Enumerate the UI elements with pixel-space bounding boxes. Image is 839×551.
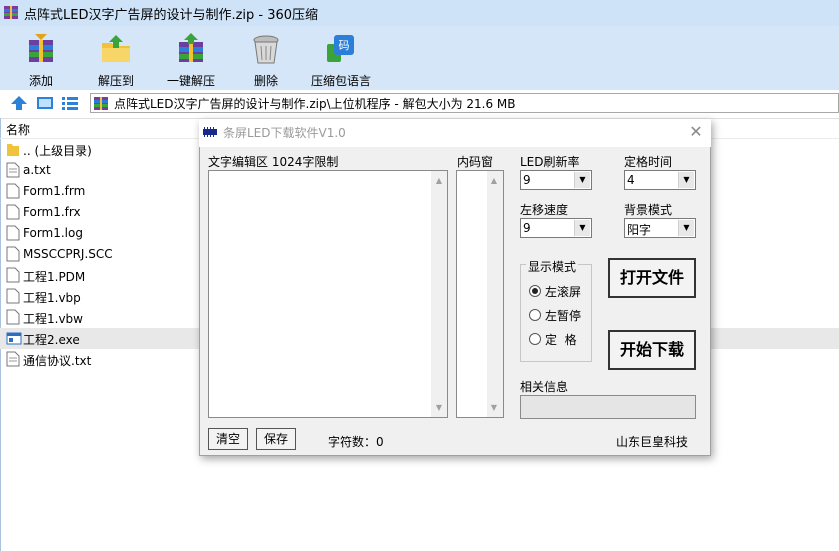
dialog-title: 条屏LED下载软件V1.0 — [223, 126, 346, 140]
file-name: a.txt — [23, 163, 51, 177]
extract-to-label: 解压到 — [97, 74, 134, 88]
scroll-speed-label: 左移速度 — [520, 203, 569, 217]
scroll-up-icon[interactable]: ▲ — [434, 176, 444, 185]
file-name: Form1.frx — [23, 205, 81, 219]
file-icon — [6, 225, 20, 241]
chevron-down-icon[interactable]: ▼ — [678, 172, 694, 188]
address-path: 点阵式LED汉字广告屏的设计与制作.zip\上位机程序 - 解包大小为 21.6… — [114, 97, 516, 111]
add-button[interactable]: 添加 — [1, 29, 81, 88]
code-window-label: 内码窗 — [457, 155, 494, 169]
company-name: 山东巨皇科技 — [616, 435, 689, 449]
display-mode-title: 显示模式 — [526, 258, 579, 275]
add-button-label: 添加 — [28, 74, 53, 88]
one-click-extract-label: 一键解压 — [166, 74, 215, 88]
archive-app-icon — [4, 6, 18, 19]
thumbnail-view-icon[interactable] — [36, 95, 54, 111]
delete-label: 删除 — [253, 74, 278, 88]
add-archive-icon — [29, 34, 53, 62]
svg-text:码: 码 — [339, 39, 350, 52]
file-icon — [6, 267, 20, 283]
file-name: Form1.log — [23, 226, 83, 240]
window-title: 点阵式LED汉字广告屏的设计与制作.zip - 360压缩 — [24, 8, 319, 23]
folder-icon — [7, 144, 19, 156]
text-edit-area[interactable] — [208, 170, 448, 418]
file-icon — [6, 351, 20, 367]
file-name: 工程1.PDM — [23, 270, 86, 284]
file-name: 工程1.vbp — [23, 291, 81, 305]
file-icon — [6, 183, 20, 199]
scroll-down-icon[interactable]: ▼ — [434, 403, 444, 412]
info-field — [520, 395, 696, 419]
code-window[interactable] — [456, 170, 504, 418]
name-column-header[interactable]: 名称 — [6, 121, 30, 138]
delete-icon — [253, 35, 279, 64]
extract-to-button[interactable]: 解压到 — [76, 29, 156, 88]
led-refresh-value: 9 — [523, 173, 531, 187]
code-window-scrollbar[interactable] — [487, 171, 503, 417]
file-name: 工程1.vbw — [23, 312, 83, 326]
file-name: 通信协议.txt — [23, 354, 92, 368]
chevron-down-icon[interactable]: ▼ — [574, 220, 590, 236]
char-count: 字符数：0 — [328, 435, 384, 449]
archive-language-button[interactable]: 码 压缩包语言 — [301, 29, 381, 88]
radio-freeze-label[interactable]: 定 格 — [545, 331, 577, 348]
chevron-down-icon[interactable]: ▼ — [574, 172, 590, 188]
file-name: .. (上级目录) — [23, 144, 92, 158]
file-icon — [6, 288, 20, 304]
list-view-icon[interactable] — [61, 95, 79, 111]
text-edit-scrollbar[interactable] — [431, 171, 447, 417]
radio-freeze[interactable] — [529, 333, 541, 345]
hold-time-label: 定格时间 — [624, 155, 673, 169]
file-icon — [6, 246, 20, 262]
file-icon — [6, 309, 20, 325]
one-click-extract-icon — [179, 33, 203, 62]
file-name: 工程2.exe — [23, 333, 80, 347]
radio-scroll-left-label[interactable]: 左滚屏 — [545, 283, 581, 300]
info-label: 相关信息 — [520, 380, 569, 394]
archive-language-label: 压缩包语言 — [310, 74, 371, 88]
file-name: MSSCCPRJ.SCC — [23, 247, 113, 261]
bg-mode-label: 背景模式 — [624, 203, 673, 217]
radio-dot — [532, 288, 538, 294]
radio-scroll-left[interactable] — [529, 285, 541, 297]
bg-mode-select[interactable]: 阳字 ▼ — [624, 218, 696, 238]
clear-button[interactable]: 清空 — [208, 428, 248, 450]
radio-left-pause[interactable] — [529, 309, 541, 321]
scroll-speed-value: 9 — [523, 221, 531, 235]
hold-time-select[interactable]: 4 ▼ — [624, 170, 696, 190]
file-name: Form1.frm — [23, 184, 86, 198]
extract-to-icon — [102, 35, 130, 62]
file-icon — [6, 204, 20, 220]
scroll-down-icon[interactable]: ▼ — [489, 403, 499, 412]
up-arrow-icon[interactable] — [10, 95, 28, 111]
text-edit-label: 文字编辑区 1024字限制 — [208, 155, 339, 169]
radio-left-pause-label[interactable]: 左暂停 — [545, 307, 581, 324]
led-refresh-select[interactable]: 9 ▼ — [520, 170, 592, 190]
exe-icon — [6, 332, 22, 345]
chip-icon — [203, 127, 217, 137]
bg-mode-value: 阳字 — [627, 223, 652, 237]
archive-icon — [94, 97, 108, 110]
scroll-up-icon[interactable]: ▲ — [489, 176, 499, 185]
led-refresh-label: LED刷新率 — [520, 155, 580, 169]
hold-time-value: 4 — [627, 173, 635, 187]
chevron-down-icon[interactable]: ▼ — [678, 220, 694, 236]
save-button[interactable]: 保存 — [256, 428, 296, 450]
close-icon[interactable]: ✕ — [686, 122, 706, 142]
one-click-extract-button[interactable]: 一键解压 — [151, 29, 231, 88]
archive-language-icon: 码 — [327, 35, 354, 62]
delete-button[interactable]: 删除 — [226, 29, 306, 88]
open-file-button[interactable]: 打开文件 — [608, 258, 696, 298]
scroll-speed-select[interactable]: 9 ▼ — [520, 218, 592, 238]
file-icon — [6, 162, 20, 178]
start-download-button[interactable]: 开始下载 — [608, 330, 696, 370]
